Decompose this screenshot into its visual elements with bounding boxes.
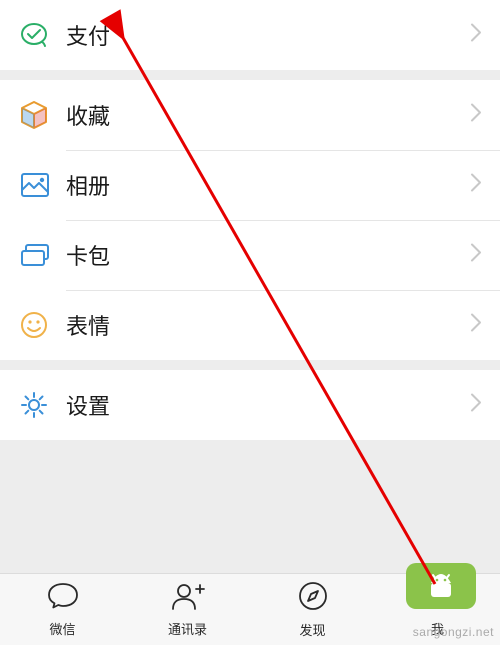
chat-bubble-icon [46, 581, 80, 616]
content-scroll: 支付 收藏 [0, 0, 500, 573]
item-favorites[interactable]: 收藏 [0, 80, 500, 150]
tab-chats[interactable]: 微信 [0, 574, 125, 645]
tab-label: 微信 [49, 619, 75, 638]
item-cards[interactable]: 卡包 [0, 220, 500, 290]
item-label: 支付 [66, 19, 110, 51]
tab-label: 我 [431, 619, 444, 638]
tab-contacts[interactable]: 通讯录 [125, 574, 250, 645]
section-pay: 支付 [0, 0, 500, 70]
section-media: 收藏 相册 [0, 80, 500, 360]
pay-icon [20, 20, 66, 50]
tab-label: 发现 [299, 620, 325, 639]
item-pay[interactable]: 支付 [0, 0, 500, 70]
section-settings: 设置 [0, 370, 500, 440]
card-icon [20, 243, 66, 267]
item-label: 卡包 [66, 239, 110, 271]
android-badge [406, 563, 476, 609]
item-settings[interactable]: 设置 [0, 370, 500, 440]
item-label: 相册 [66, 169, 110, 201]
image-icon [20, 172, 66, 198]
chevron-right-icon [470, 103, 482, 128]
me-page: 支付 收藏 [0, 0, 500, 645]
tab-label: 通讯录 [168, 619, 207, 638]
person-add-icon [171, 581, 205, 616]
compass-icon [297, 580, 329, 617]
chevron-right-icon [470, 243, 482, 268]
cube-icon [20, 100, 66, 130]
item-stickers[interactable]: 表情 [0, 290, 500, 360]
item-album[interactable]: 相册 [0, 150, 500, 220]
tab-discover[interactable]: 发现 [250, 574, 375, 645]
item-label: 设置 [66, 389, 110, 421]
smile-icon [20, 311, 66, 339]
item-label: 表情 [66, 309, 110, 341]
chevron-right-icon [470, 313, 482, 338]
chevron-right-icon [470, 173, 482, 198]
item-label: 收藏 [66, 99, 110, 131]
chevron-right-icon [470, 23, 482, 48]
chevron-right-icon [470, 393, 482, 418]
gear-icon [20, 391, 66, 419]
